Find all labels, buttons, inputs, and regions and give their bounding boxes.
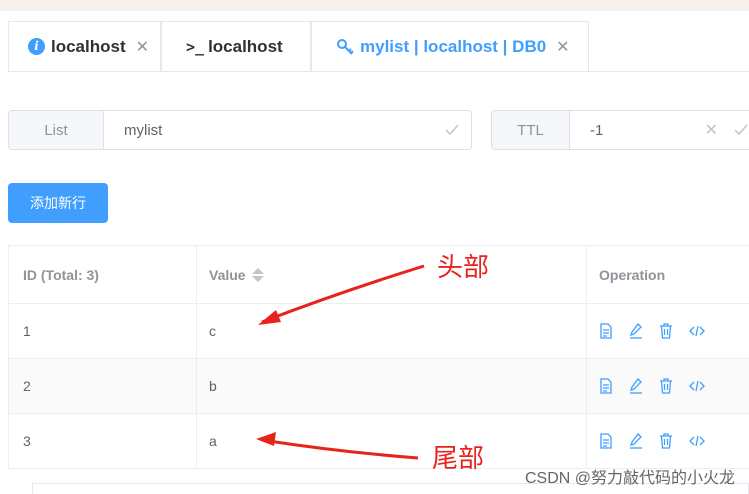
row-operations bbox=[587, 304, 749, 358]
ttl-input[interactable]: -1 bbox=[570, 111, 705, 149]
header-value-label: Value bbox=[209, 266, 246, 283]
row-id: 3 bbox=[8, 414, 197, 468]
delete-icon[interactable] bbox=[659, 378, 673, 394]
row-value: c bbox=[197, 304, 587, 358]
copy-icon[interactable] bbox=[599, 378, 613, 394]
terminal-icon: >_ bbox=[186, 37, 205, 56]
check-icon[interactable] bbox=[734, 111, 748, 149]
key-name-input[interactable]: mylist bbox=[104, 111, 445, 149]
tab-localhost-terminal[interactable]: >_ localhost bbox=[161, 21, 311, 71]
code-icon[interactable] bbox=[689, 434, 705, 448]
sort-icon[interactable] bbox=[251, 267, 264, 282]
edit-icon[interactable] bbox=[629, 378, 643, 394]
table-row: 3 a bbox=[8, 414, 749, 469]
add-row-button[interactable]: 添加新行 bbox=[8, 183, 108, 223]
row-operations bbox=[587, 414, 749, 468]
header-id: ID (Total: 3) bbox=[8, 246, 197, 303]
watermark: CSDN @努力敲代码的小火龙 bbox=[524, 470, 735, 487]
info-icon: i bbox=[28, 38, 45, 55]
tab-label: localhost bbox=[51, 36, 126, 56]
code-icon[interactable] bbox=[689, 324, 705, 338]
check-icon[interactable] bbox=[445, 111, 459, 149]
table-header: ID (Total: 3) Value Operation bbox=[8, 245, 749, 304]
row-value: b bbox=[197, 359, 587, 413]
delete-icon[interactable] bbox=[659, 433, 673, 449]
ttl-group: TTL -1 ✕ bbox=[491, 110, 749, 150]
table-row: 1 c bbox=[8, 304, 749, 359]
key-type-label: List bbox=[9, 111, 104, 149]
top-strip bbox=[0, 0, 749, 11]
annotation-tail: 尾部 bbox=[432, 444, 485, 474]
header-operation: Operation bbox=[599, 266, 666, 283]
delete-icon[interactable] bbox=[659, 323, 673, 339]
tabs-divider bbox=[8, 71, 749, 72]
close-icon[interactable]: ✕ bbox=[556, 37, 569, 57]
annotation-head: 头部 bbox=[437, 253, 490, 283]
clear-icon[interactable]: ✕ bbox=[705, 111, 718, 149]
copy-icon[interactable] bbox=[599, 323, 613, 339]
key-name-group: List mylist bbox=[8, 110, 472, 150]
row-operations bbox=[587, 359, 749, 413]
row-value: a bbox=[197, 414, 587, 468]
table-row: 2 b bbox=[8, 359, 749, 414]
close-icon[interactable]: ✕ bbox=[136, 37, 149, 57]
edit-icon[interactable] bbox=[629, 433, 643, 449]
row-id: 1 bbox=[8, 304, 197, 358]
tab-label: localhost bbox=[208, 36, 283, 56]
tab-mylist[interactable]: mylist | localhost | DB0 ✕ bbox=[311, 21, 589, 72]
ttl-label: TTL bbox=[492, 111, 570, 149]
copy-icon[interactable] bbox=[599, 433, 613, 449]
tab-label: mylist | localhost | DB0 bbox=[360, 37, 547, 56]
edit-icon[interactable] bbox=[629, 323, 643, 339]
header-value[interactable]: Value bbox=[197, 246, 587, 303]
key-icon bbox=[336, 38, 354, 56]
code-icon[interactable] bbox=[689, 379, 705, 393]
tab-localhost-info[interactable]: i localhost ✕ bbox=[8, 21, 161, 71]
row-id: 2 bbox=[8, 359, 197, 413]
